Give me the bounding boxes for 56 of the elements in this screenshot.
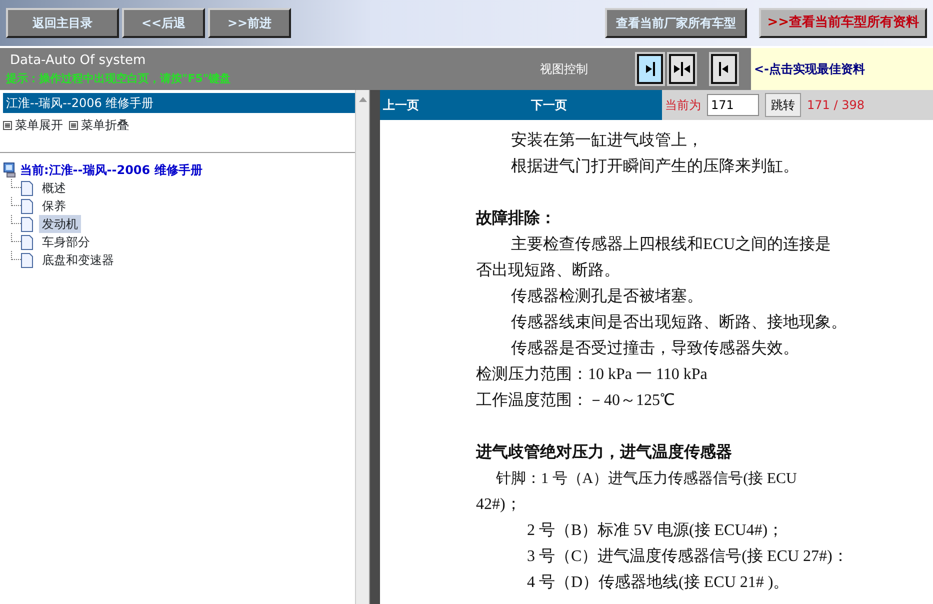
document-line: 针脚：1 号（A）进气压力传感器信号(接 ECU (495, 470, 798, 489)
document-line: 4 号（D）传感器地线(接 ECU 21# )。 (526, 572, 790, 593)
document-line: 主要检查传感器上四根线和ECU之间的连接是 (510, 234, 832, 255)
prev-page-link[interactable]: 上一页 (383, 96, 531, 114)
document-line: 否出现短路、断路。 (476, 260, 621, 281)
view-button[interactable] (709, 52, 739, 86)
tree-item[interactable]: 底盘和变速器 (39, 251, 117, 269)
toolbar-button[interactable]: >>前进 (208, 8, 291, 38)
page-count: 171 / 398 (807, 97, 864, 114)
toolbar-button[interactable]: 返回主目录 (6, 8, 119, 38)
view-button[interactable] (635, 52, 665, 86)
document-line: 工作温度范围：－40～125℃ (476, 390, 676, 411)
arrow-right-bar-icon (643, 61, 657, 77)
tip-text: <-点击实现最佳资料 (751, 48, 933, 90)
tree-item[interactable]: 发动机 (39, 215, 81, 233)
document-line: 42#)； (476, 495, 522, 515)
page-icon (21, 216, 33, 232)
maker-models-button[interactable]: 查看当前厂家所有车型 (605, 8, 748, 38)
manual-title: 江淮--瑞风--2006 维修手册 (3, 93, 355, 113)
arrow-left-bar-icon (717, 61, 731, 77)
document-line: 传感器线束间是否出现短路、断路、接地现象。 (510, 312, 848, 333)
page-number-field[interactable]: 171 (707, 94, 759, 116)
tree-item[interactable]: 车身部分 (39, 233, 93, 251)
document-line: 2 号（B）标准 5V 电源(接 ECU4#)； (526, 520, 785, 541)
refresh-hint: 提示：操作过程中出现空白页，请按"F5"键盘 (6, 70, 232, 86)
scroll-up-icon (359, 97, 367, 102)
system-title: Data-Auto Of system (9, 52, 147, 70)
section-heading: 进气歧管绝对压力，进气温度传感器 (476, 442, 733, 463)
page-icon (21, 198, 33, 214)
arrows-inward-icon (673, 61, 691, 77)
view-control-label: 视图控制 (540, 61, 589, 78)
menu-lines-icon (3, 120, 12, 130)
toolbar-button[interactable]: <<后退 (122, 8, 205, 38)
page-icon (21, 234, 33, 250)
scrollbar[interactable] (370, 90, 380, 604)
tree-item[interactable]: 保养 (39, 197, 69, 215)
menu-lines-icon (69, 120, 78, 130)
view-button[interactable] (667, 52, 697, 86)
menu-action-link[interactable]: 菜单折叠 (81, 116, 129, 134)
current-page-label: 当前为 (665, 97, 701, 114)
tree-item[interactable]: 概述 (39, 179, 69, 197)
menu-action-link[interactable]: 菜单展开 (15, 116, 63, 134)
document-line: 安装在第一缸进气歧管上， (510, 130, 704, 151)
go-button[interactable]: 跳转 (765, 93, 801, 117)
document-line: 传感器是否受过撞击，导致传感器失效。 (510, 338, 800, 359)
document-line: 检测压力范围：10 kPa 一 110 kPa (476, 364, 708, 385)
computer-icon (3, 162, 17, 178)
document-line: 传感器检测孔是否被堵塞。 (510, 286, 704, 307)
document-line: 3 号（C）进气温度传感器信号(接 ECU 27#)： (526, 546, 850, 567)
page-icon (21, 180, 33, 196)
page-icon (21, 252, 33, 268)
tree-root[interactable]: 当前:江淮--瑞风--2006 维修手册 (20, 161, 202, 179)
section-heading: 故障排除： (476, 208, 557, 229)
next-page-link[interactable]: 下一页 (531, 96, 567, 114)
document-line: 根据进气门打开瞬间产生的压降来判缸。 (510, 156, 800, 177)
scrollbar[interactable] (355, 90, 369, 604)
